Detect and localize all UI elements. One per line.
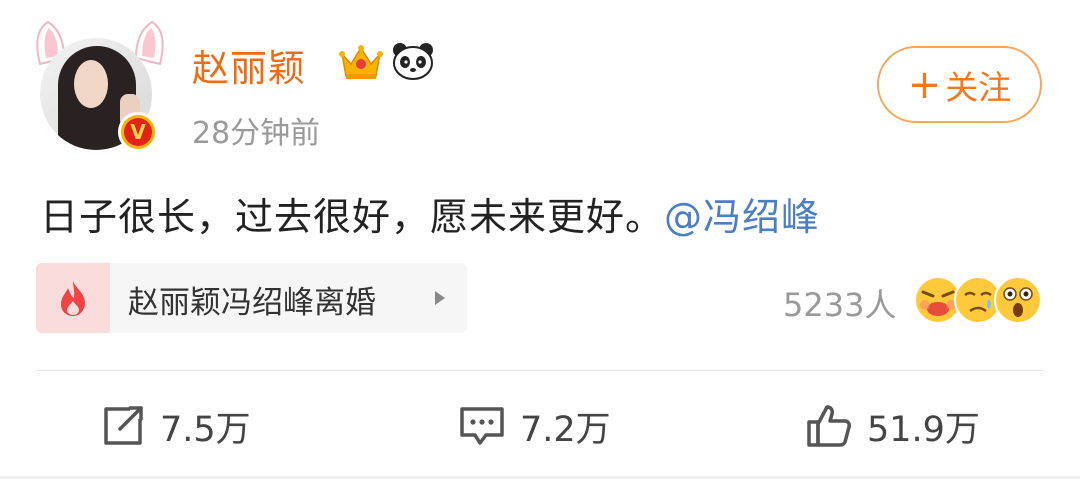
verified-badge-label: V — [124, 118, 152, 146]
comment-icon — [460, 407, 504, 445]
topic-icon-box — [36, 263, 110, 333]
surprised-face-icon — [994, 276, 1042, 324]
follow-button[interactable]: + 关注 — [877, 46, 1042, 123]
topic-label: 赵丽颖冯绍峰离婚 — [128, 285, 376, 321]
chevron-right-icon — [435, 291, 445, 305]
reaction-emojis[interactable] — [913, 275, 1043, 327]
follow-button-label: 关注 — [945, 67, 1012, 107]
avatar-container[interactable]: V — [30, 14, 170, 164]
fire-icon — [61, 281, 85, 316]
avatar-face — [74, 60, 108, 108]
repost-count: 7.5万 — [160, 409, 251, 450]
comment-count: 7.2万 — [520, 409, 611, 450]
divider — [36, 370, 1044, 371]
topic-card[interactable]: 赵丽颖冯绍峰离婚 — [36, 263, 467, 333]
like-button[interactable]: 51.9万 — [805, 398, 980, 454]
reaction-count: 5233人 — [783, 286, 897, 324]
mention-link[interactable]: @冯绍峰 — [664, 195, 820, 239]
thumbs-up-icon — [807, 405, 851, 447]
crown-icon — [339, 45, 383, 79]
panda-icon — [393, 43, 433, 80]
verified-badge: V — [118, 112, 158, 152]
repost-icon — [104, 406, 143, 445]
like-count: 51.9万 — [867, 409, 980, 450]
username[interactable]: 赵丽颖 — [192, 38, 306, 92]
post-text: 日子很长，过去很好，愿未来更好。@冯绍峰 — [40, 186, 820, 241]
comment-button[interactable]: 7.2万 — [458, 398, 611, 454]
post-body: 日子很长，过去很好，愿未来更好。 — [40, 195, 665, 239]
repost-button[interactable]: 7.5万 — [100, 398, 251, 454]
plus-icon: + — [907, 61, 942, 108]
post-timestamp: 28分钟前 — [192, 116, 321, 151]
